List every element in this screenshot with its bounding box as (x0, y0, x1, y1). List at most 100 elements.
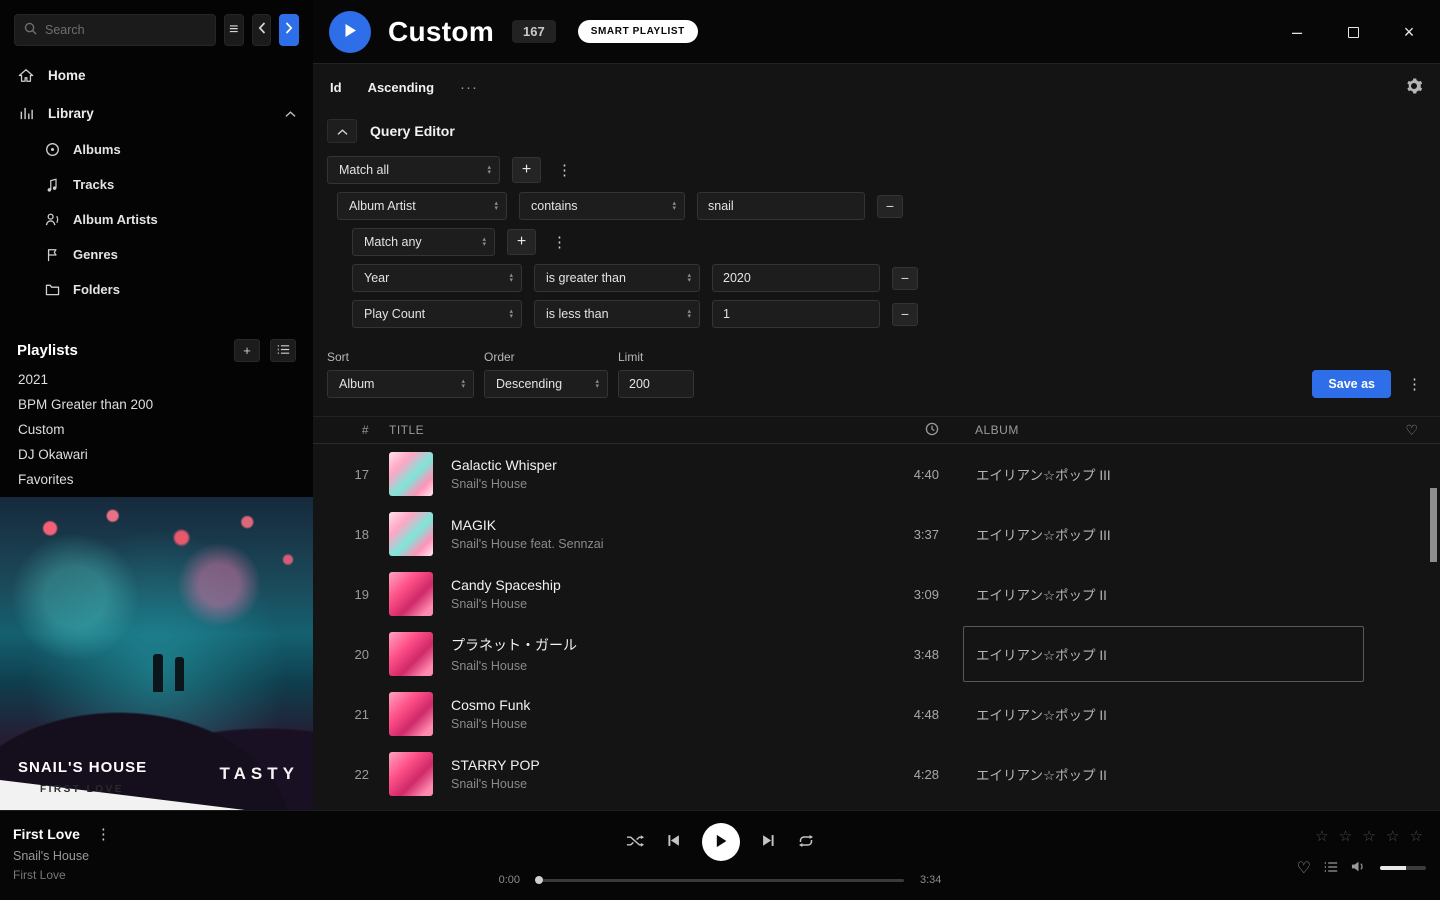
track-album[interactable]: エイリアン☆ポップ III (963, 506, 1364, 562)
sort-direction-button[interactable]: Ascending (368, 80, 434, 95)
sidebar-item-library[interactable]: Library (0, 94, 313, 132)
track-album[interactable]: エイリアン☆ポップ II (963, 686, 1364, 742)
table-row[interactable]: 17 Galactic Whisper Snail's House 4:40 エ… (313, 444, 1440, 504)
sidebar-item-albums[interactable]: Albums (0, 132, 313, 167)
rating-stars[interactable]: ☆ ☆ ☆ ☆ ☆ (1315, 827, 1426, 845)
sort-select[interactable]: Album ▴▾ (327, 370, 474, 398)
table-row[interactable]: 18 MAGIK Snail's House feat. Sennzai 3:3… (313, 504, 1440, 564)
sidebar-item-folders[interactable]: Folders (0, 272, 313, 307)
back-button[interactable] (252, 14, 272, 46)
close-button[interactable]: × (1398, 21, 1420, 43)
rule-operator-select[interactable]: is less than ▴▾ (534, 300, 700, 328)
seek-bar[interactable] (536, 879, 904, 882)
volume-fill (1380, 866, 1406, 870)
playlist-item-bpm[interactable]: BPM Greater than 200 (0, 392, 313, 417)
shuffle-icon (626, 834, 645, 851)
rule-field-select[interactable]: Play Count ▴▾ (352, 300, 522, 328)
table-row[interactable]: 19 Candy Spaceship Snail's House 3:09 エイ… (313, 564, 1440, 624)
artwork-figure (153, 654, 163, 692)
search-input[interactable] (45, 23, 206, 37)
add-rule-button[interactable]: + (512, 157, 541, 183)
rule-value-input[interactable] (712, 300, 880, 328)
column-number[interactable]: # (313, 423, 377, 437)
play-playlist-button[interactable] (329, 11, 371, 53)
column-title[interactable]: TITLE (377, 423, 867, 437)
maximize-button[interactable] (1342, 21, 1364, 43)
query-editor: Query Editor Match all ▴▾ + ⋮ Album Arti… (313, 110, 1440, 398)
root-rule-menu-button[interactable]: ⋮ (553, 161, 576, 179)
table-header: # TITLE ALBUM ♡ (313, 416, 1440, 444)
track-album[interactable]: エイリアン☆ポップ II (963, 746, 1364, 802)
sidebar-item-home[interactable]: Home (0, 56, 313, 94)
remove-rule-button[interactable]: − (892, 267, 918, 290)
track-album-focused[interactable]: エイリアン☆ポップ II (963, 626, 1364, 682)
save-as-button[interactable]: Save as (1312, 370, 1391, 398)
sidebar: ≡ Home Library Albums Tracks A (0, 0, 313, 810)
chevron-up-icon[interactable] (285, 106, 296, 121)
column-duration[interactable] (867, 422, 947, 439)
limit-input[interactable] (618, 370, 694, 398)
table-row[interactable]: 22 STARRY POP Snail's House 4:28 エイリアン☆ポ… (313, 744, 1440, 804)
collapse-query-editor-button[interactable] (327, 119, 357, 143)
search-box[interactable] (14, 14, 216, 46)
playlist-item-favorites[interactable]: Favorites (0, 467, 313, 492)
now-playing-artist: Snail's House (13, 849, 313, 863)
now-playing-menu-button[interactable]: ⋮ (92, 825, 115, 843)
sidebar-item-album-artists[interactable]: Album Artists (0, 202, 313, 237)
track-number: 21 (313, 707, 377, 722)
menu-button[interactable]: ≡ (224, 14, 244, 46)
track-album[interactable]: エイリアン☆ポップ III (963, 446, 1364, 502)
rule-operator-select[interactable]: contains ▴▾ (519, 192, 685, 220)
table-row[interactable]: 21 Cosmo Funk Snail's House 4:48 エイリアン☆ポ… (313, 684, 1440, 744)
play-pause-button[interactable] (702, 823, 740, 861)
home-icon (17, 68, 35, 83)
sidebar-item-genres[interactable]: Genres (0, 237, 313, 272)
playlist-list-button[interactable] (270, 339, 296, 362)
rule-field-select[interactable]: Year ▴▾ (352, 264, 522, 292)
track-album[interactable]: エイリアン☆ポップ II (963, 566, 1364, 622)
playlist-label: 2021 (18, 372, 48, 387)
order-select[interactable]: Descending ▴▾ (484, 370, 608, 398)
column-favorite[interactable]: ♡ (1384, 422, 1440, 439)
previous-button[interactable] (667, 834, 680, 850)
settings-button[interactable] (1405, 77, 1423, 98)
group-rule-menu-button[interactable]: ⋮ (548, 233, 571, 251)
group-match-select[interactable]: Match any ▴▾ (352, 228, 495, 256)
more-options-button[interactable]: ··· (460, 79, 478, 96)
select-stepper-icon: ▴▾ (487, 165, 491, 176)
remove-rule-button[interactable]: − (877, 195, 903, 218)
rule-operator-select[interactable]: is greater than ▴▾ (534, 264, 700, 292)
add-group-rule-button[interactable]: + (507, 229, 536, 255)
track-duration: 3:37 (867, 527, 947, 542)
volume-slider[interactable] (1380, 866, 1426, 870)
folder-icon (43, 283, 61, 296)
sidebar-item-tracks[interactable]: Tracks (0, 167, 313, 202)
rule-value-input[interactable] (697, 192, 865, 220)
playlist-item-dj-okawari[interactable]: DJ Okawari (0, 442, 313, 467)
queue-button[interactable] (1324, 861, 1338, 876)
repeat-button[interactable] (797, 834, 815, 851)
scrollbar-thumb[interactable] (1430, 488, 1437, 562)
column-album[interactable]: ALBUM (947, 423, 1384, 437)
remove-rule-button[interactable]: − (892, 303, 918, 326)
rule-field-select[interactable]: Album Artist ▴▾ (337, 192, 507, 220)
sort-field-button[interactable]: Id (330, 80, 342, 95)
clock-icon (925, 422, 939, 439)
next-button[interactable] (762, 834, 775, 850)
table-row[interactable]: 20 プラネット・ガール Snail's House 3:48 エイリアン☆ポッ… (313, 624, 1440, 684)
music-note-icon (43, 178, 61, 192)
minimize-button[interactable]: – (1286, 21, 1308, 43)
play-icon (715, 834, 727, 851)
playlist-item-custom[interactable]: Custom (0, 417, 313, 442)
favorite-button[interactable]: ♡ (1297, 858, 1311, 878)
volume-icon[interactable] (1351, 860, 1367, 876)
add-playlist-button[interactable]: + (234, 339, 260, 362)
shuffle-button[interactable] (626, 834, 645, 851)
seek-knob[interactable] (535, 876, 543, 884)
playlist-item-2021[interactable]: 2021 (0, 367, 313, 392)
save-menu-button[interactable]: ⋮ (1403, 375, 1426, 393)
forward-button[interactable] (279, 14, 299, 46)
root-match-select[interactable]: Match all ▴▾ (327, 156, 500, 184)
rule-value-input[interactable] (712, 264, 880, 292)
now-playing-artwork[interactable]: SNAIL'S HOUSE FIRST LOVE TASTY (0, 497, 313, 810)
